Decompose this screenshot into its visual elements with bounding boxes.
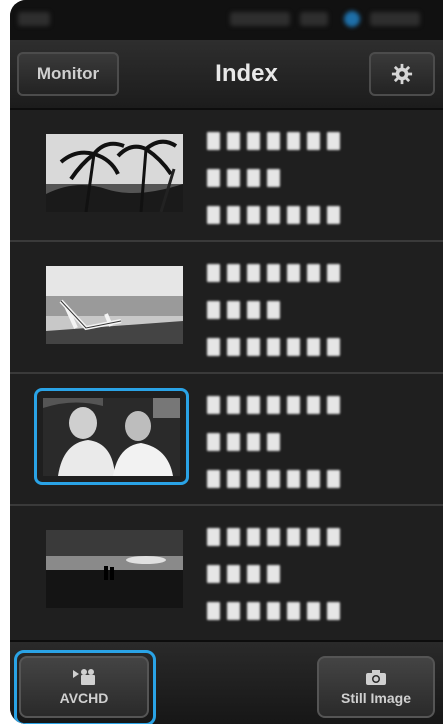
page-title: Index bbox=[215, 60, 278, 87]
list-item-selected[interactable] bbox=[10, 374, 443, 506]
item-info-line bbox=[207, 470, 340, 492]
status-icon bbox=[300, 12, 328, 26]
status-indicator-icon bbox=[344, 11, 360, 27]
item-info-line bbox=[207, 565, 340, 587]
item-info-line bbox=[207, 528, 340, 550]
item-info-line bbox=[207, 301, 340, 323]
gear-icon bbox=[391, 63, 413, 85]
thumbnail-people bbox=[43, 398, 180, 476]
tab-still-image-label: Still Image bbox=[340, 690, 412, 706]
camera-icon bbox=[366, 670, 386, 685]
item-info-line bbox=[207, 602, 340, 624]
bottom-toolbar: AVCHD Still Image bbox=[10, 640, 443, 724]
item-info-line bbox=[207, 264, 340, 286]
status-bar bbox=[10, 0, 443, 40]
header-bar: Monitor Index bbox=[10, 40, 443, 110]
thumbnail-beach-chair bbox=[46, 266, 183, 344]
video-camera-icon bbox=[73, 669, 95, 685]
settings-button[interactable] bbox=[369, 52, 435, 96]
item-info-line bbox=[207, 433, 340, 455]
thumbnail-palm-trees bbox=[46, 134, 183, 212]
list-item[interactable] bbox=[10, 242, 443, 374]
item-info-line bbox=[207, 396, 340, 418]
status-clock bbox=[370, 12, 420, 26]
index-list bbox=[10, 110, 443, 640]
item-info-line bbox=[207, 132, 340, 154]
tab-still-image[interactable]: Still Image bbox=[317, 656, 435, 718]
item-info bbox=[207, 132, 340, 243]
item-info bbox=[207, 264, 340, 375]
monitor-button[interactable]: Monitor bbox=[17, 52, 119, 96]
item-info-line bbox=[207, 169, 340, 191]
item-info bbox=[207, 528, 340, 639]
item-info-line bbox=[207, 338, 340, 360]
tab-avchd[interactable]: AVCHD bbox=[19, 656, 149, 718]
thumbnail-sunset-couple bbox=[46, 530, 183, 608]
status-icon bbox=[18, 12, 50, 26]
item-info-line bbox=[207, 206, 340, 228]
status-icon bbox=[230, 12, 290, 26]
list-item[interactable] bbox=[10, 506, 443, 636]
item-info bbox=[207, 396, 340, 507]
list-item[interactable] bbox=[10, 110, 443, 242]
app-screen: Monitor Index AVCHD Still Image bbox=[10, 0, 443, 724]
tab-avchd-label: AVCHD bbox=[59, 690, 109, 706]
